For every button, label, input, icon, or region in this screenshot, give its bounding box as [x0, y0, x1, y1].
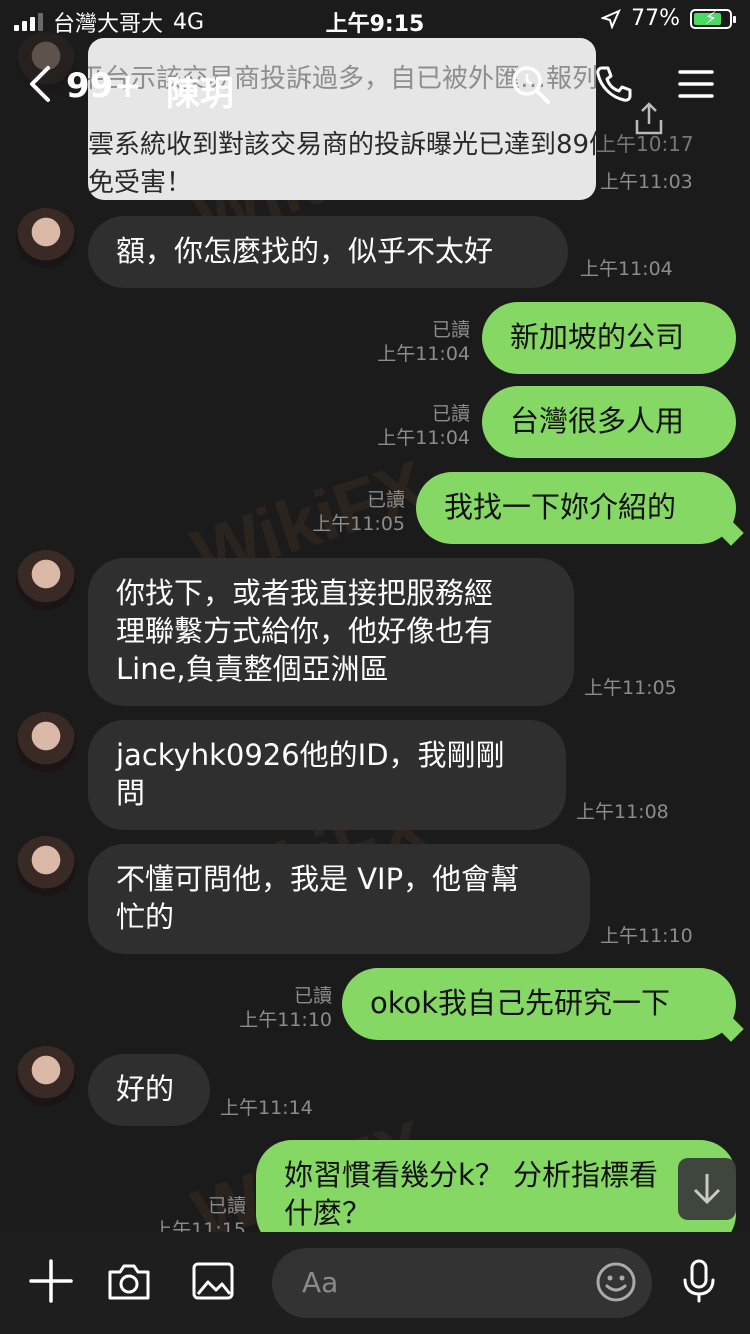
message-bubble-outgoing[interactable]: 台灣很多人用	[482, 386, 736, 458]
message-composer: Aa	[0, 1232, 750, 1334]
message-text: 忙的	[116, 900, 175, 934]
message-text: 我找一下妳介紹的	[444, 490, 677, 524]
avatar[interactable]	[16, 550, 76, 610]
message-time: 上午11:14	[220, 1097, 313, 1119]
unread-count[interactable]: 99+	[66, 66, 142, 106]
pinned-line: 免受害！	[88, 168, 193, 198]
chat-area[interactable]: WikiFX WikiFX WikiFX WikiFX 平台示該交易商投訴過多，…	[0, 0, 750, 1232]
message-text: 台灣很多人用	[510, 404, 685, 438]
message-time: 上午10:17	[596, 132, 694, 156]
message-bubble-outgoing[interactable]: 我找一下妳介紹的	[416, 472, 736, 544]
read-receipt: 已讀	[293, 985, 332, 1007]
message-time: 上午11:05	[584, 677, 677, 699]
message-text: okok我自己先研究一下	[370, 986, 671, 1020]
avatar[interactable]	[16, 712, 76, 772]
search-icon[interactable]	[508, 62, 552, 106]
message-time: 上午11:10	[239, 1009, 332, 1031]
message-text: 不懂可問他，我是 VIP，他會幫	[116, 862, 520, 896]
chat-header: 99+ 陳玥	[0, 40, 750, 130]
message-meta: 已讀 上午11:05	[295, 488, 405, 536]
message-meta: 已讀 上午11:04	[360, 402, 470, 450]
plus-icon[interactable]	[28, 1258, 74, 1304]
message-meta: 已讀 上午11:10	[222, 984, 332, 1032]
message-time: 上午11:03	[600, 171, 693, 193]
message-text: 什麼？	[284, 1196, 372, 1230]
message-text: 理聯繫方式給你，他好像也有	[116, 614, 494, 648]
menu-icon[interactable]	[674, 62, 718, 106]
avatar[interactable]	[16, 208, 76, 268]
message-time: 上午11:04	[377, 427, 470, 449]
message-time: 上午11:04	[580, 258, 673, 280]
message-bubble-incoming[interactable]: 好的	[88, 1054, 210, 1126]
message-text: jackyhk0926他的ID，我剛剛	[116, 738, 505, 772]
message-text: 妳習慣看幾分k？ 分析指標看	[284, 1158, 659, 1192]
contact-name[interactable]: 陳玥	[166, 66, 234, 115]
message-time: 上午11:05	[312, 513, 405, 535]
emoji-icon[interactable]	[594, 1260, 638, 1304]
message-bubble-outgoing[interactable]: 新加坡的公司	[482, 302, 736, 374]
message-bubble-outgoing[interactable]: okok我自己先研究一下	[342, 968, 736, 1040]
back-icon[interactable]	[26, 64, 66, 104]
battery-percent: 77%	[631, 6, 680, 31]
camera-icon[interactable]	[106, 1258, 152, 1304]
status-bar: 台灣大哥大 4G 上午9:15 77% ⚡	[0, 0, 750, 40]
avatar[interactable]	[16, 1046, 76, 1106]
message-time: 上午11:15	[153, 1219, 246, 1232]
location-icon	[601, 8, 622, 29]
scroll-to-bottom-button[interactable]	[678, 1158, 736, 1220]
message-time: 上午11:10	[600, 925, 693, 947]
battery-icon: ⚡	[690, 8, 736, 29]
message-time: 上午11:04	[377, 343, 470, 365]
message-text: 新加坡的公司	[510, 320, 685, 354]
microphone-icon[interactable]	[676, 1258, 722, 1304]
arrow-down-icon	[693, 1174, 721, 1205]
read-receipt: 已讀	[207, 1195, 246, 1217]
message-text: Line,負責整個亞洲區	[116, 652, 389, 686]
message-text: 額，你怎麼找的，似乎不太好	[116, 234, 494, 268]
message-time: 上午11:08	[576, 801, 669, 823]
read-receipt: 已讀	[431, 319, 470, 341]
read-receipt: 已讀	[431, 403, 470, 425]
message-text: 問	[116, 776, 146, 810]
message-bubble-incoming[interactable]: 額，你怎麼找的，似乎不太好	[88, 216, 568, 288]
message-bubble-outgoing[interactable]: 妳習慣看幾分k？ 分析指標看 什麼？	[256, 1140, 736, 1232]
image-icon[interactable]	[190, 1258, 236, 1304]
message-meta: 已讀 上午11:04	[360, 318, 470, 366]
avatar[interactable]	[16, 836, 76, 896]
message-text: 你找下，或者我直接把服務經	[116, 576, 494, 610]
message-bubble-incoming[interactable]: 不懂可問他，我是 VIP，他會幫 忙的	[88, 844, 590, 954]
read-receipt: 已讀	[366, 489, 405, 511]
message-bubble-incoming[interactable]: 你找下，或者我直接把服務經 理聯繫方式給你，他好像也有 Line,負責整個亞洲區	[88, 558, 574, 706]
message-input-placeholder: Aa	[302, 1266, 339, 1299]
message-meta: 已讀 上午11:15	[136, 1194, 246, 1232]
message-input[interactable]: Aa	[272, 1248, 652, 1318]
message-bubble-incoming[interactable]: jackyhk0926他的ID，我剛剛 問	[88, 720, 566, 830]
message-text: 好的	[116, 1072, 175, 1106]
phone-icon[interactable]	[592, 62, 636, 106]
